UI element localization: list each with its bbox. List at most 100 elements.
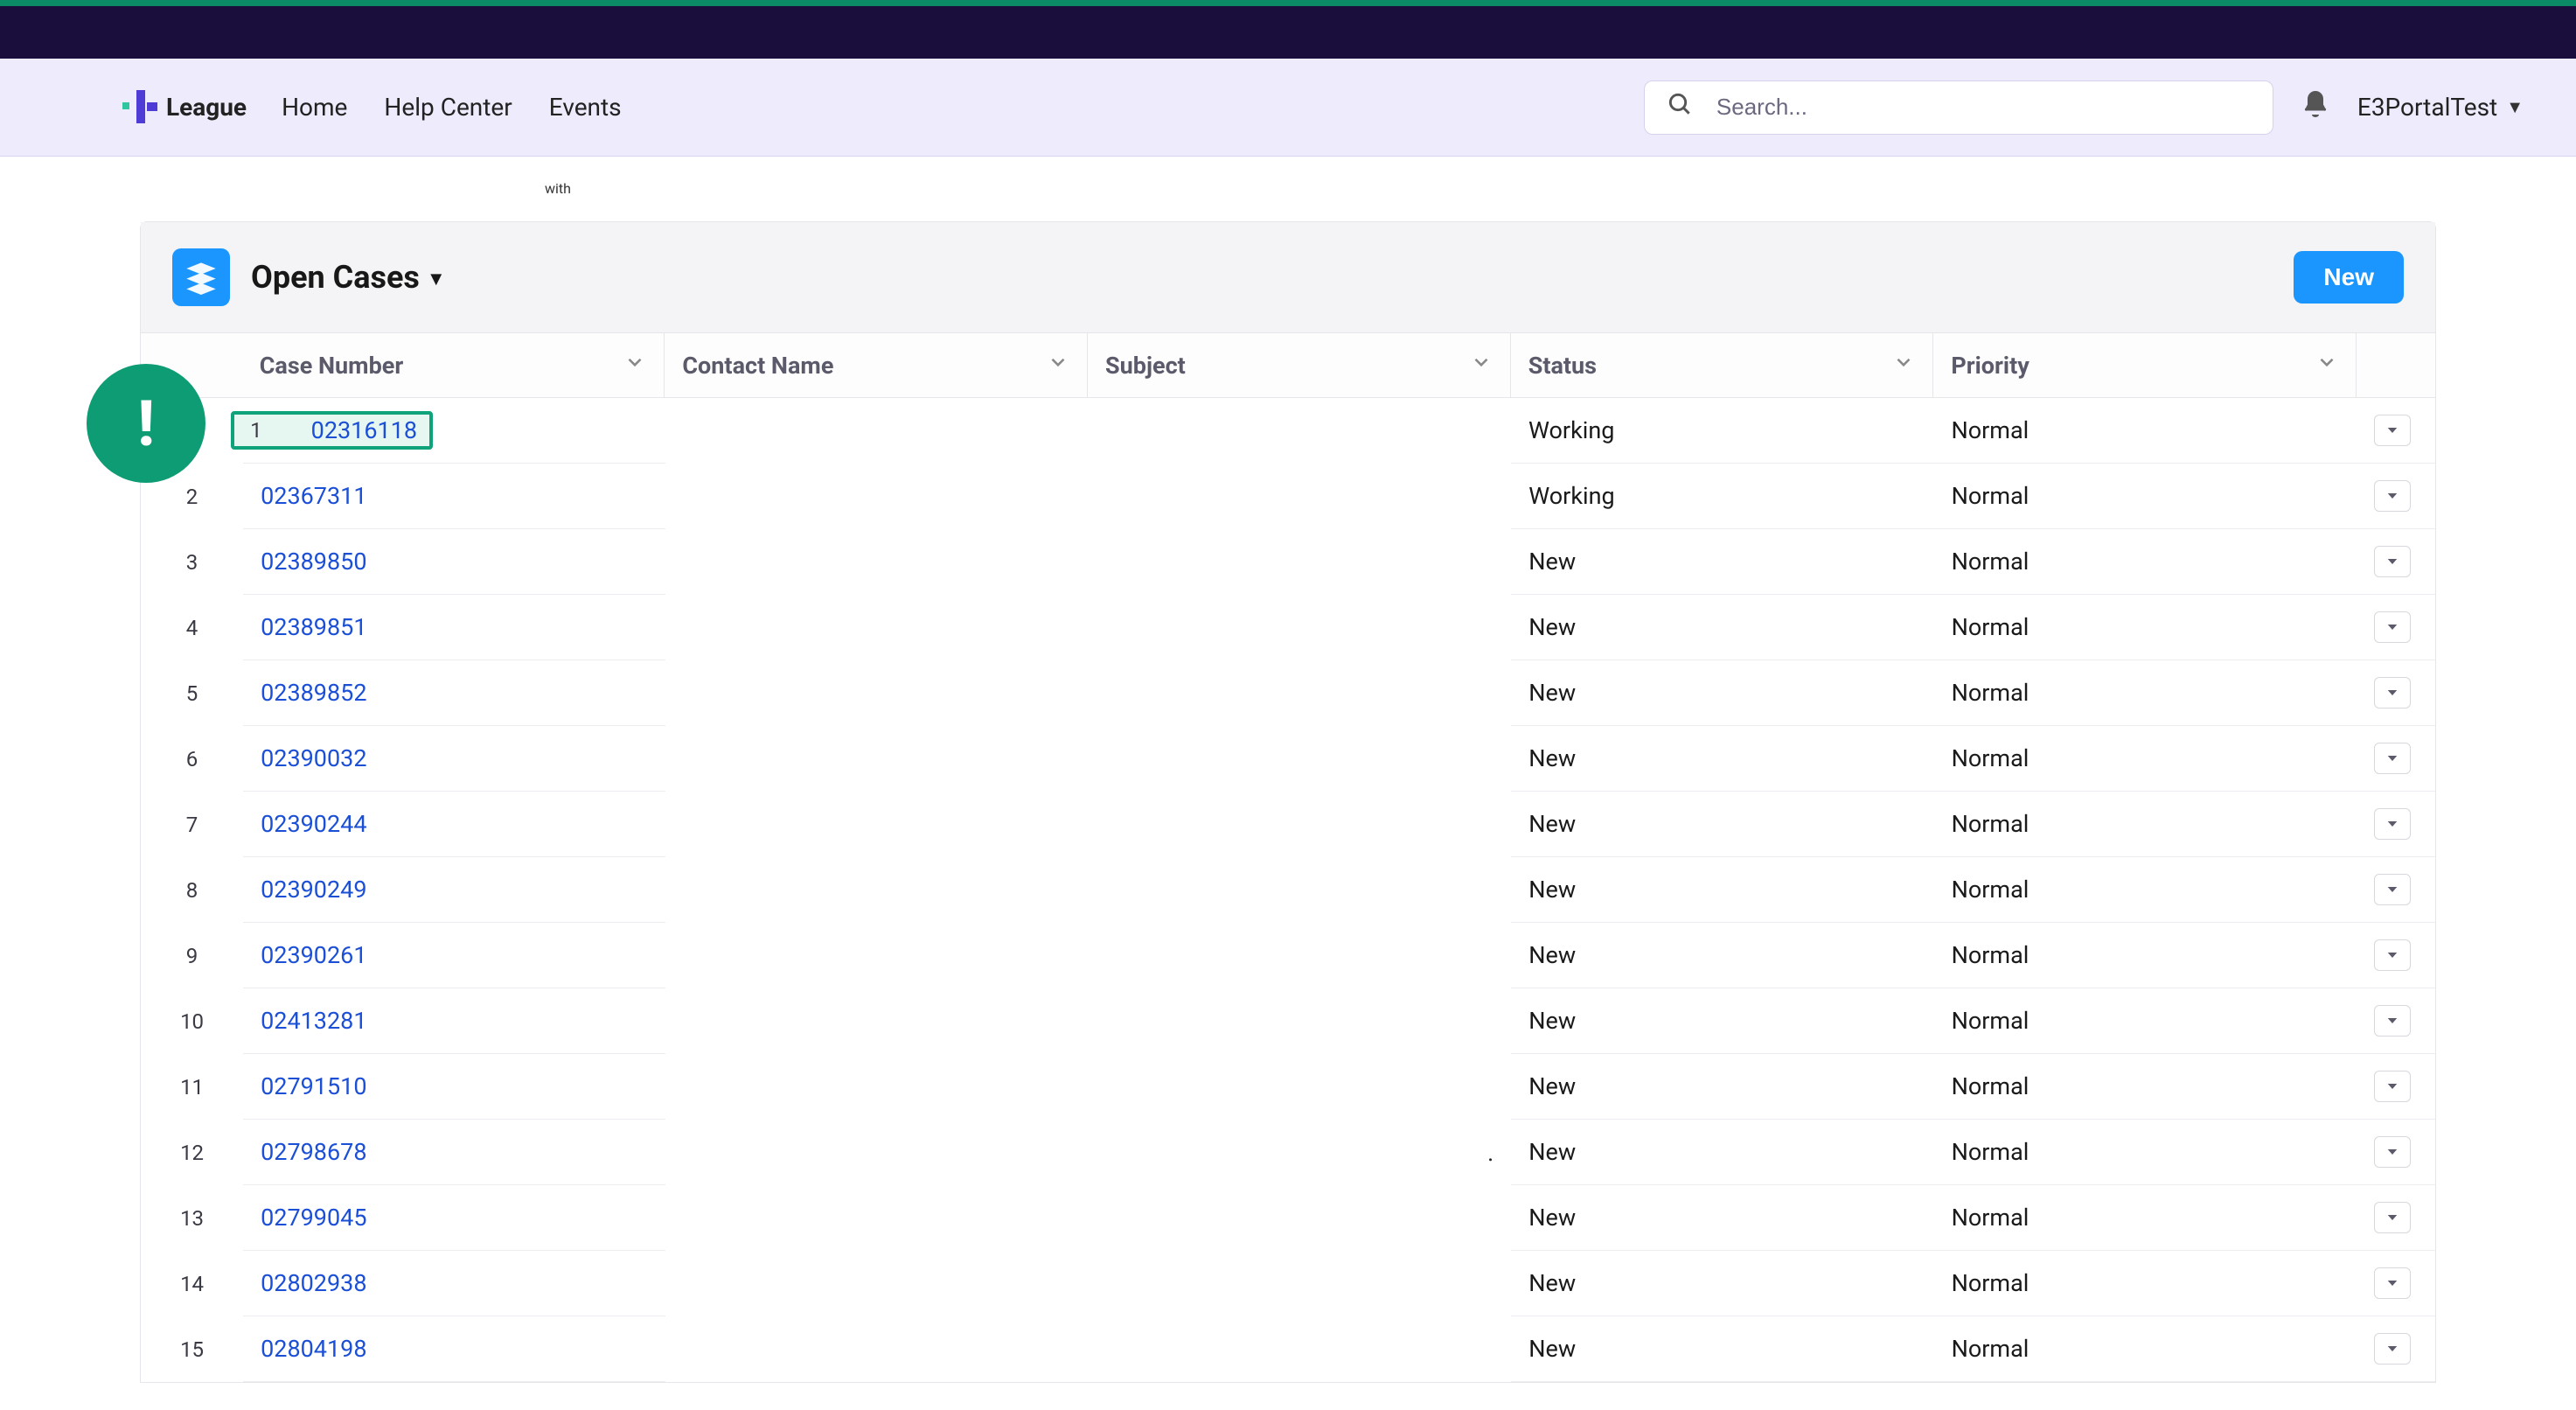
cell-case-number: 02389852 bbox=[243, 660, 665, 726]
row-actions-menu[interactable] bbox=[2374, 939, 2411, 971]
row-index: 7 bbox=[141, 792, 243, 857]
col-header-subject[interactable]: Subject bbox=[1088, 333, 1511, 397]
cell-case-number: 02367311 bbox=[243, 464, 665, 529]
nav-link-home[interactable]: Home bbox=[282, 93, 347, 122]
cell-actions bbox=[2357, 464, 2435, 529]
row-actions-menu[interactable] bbox=[2374, 546, 2411, 577]
nav-link-help-center[interactable]: Help Center bbox=[384, 93, 512, 122]
cell-subject bbox=[1088, 398, 1511, 464]
cell-contact-name bbox=[665, 923, 1088, 988]
col-header-label: Subject bbox=[1105, 352, 1186, 380]
table-row: 1502804198NewNormal bbox=[141, 1316, 2435, 1382]
row-actions-menu[interactable] bbox=[2374, 611, 2411, 643]
col-header-case-number[interactable]: Case Number bbox=[242, 333, 665, 397]
cell-contact-name bbox=[665, 1185, 1088, 1251]
caret-down-icon: ▼ bbox=[2506, 96, 2524, 118]
cell-status: New bbox=[1511, 660, 1933, 726]
case-number-link[interactable]: 02316118 bbox=[311, 416, 417, 444]
cell-actions bbox=[2357, 529, 2435, 595]
row-actions-menu[interactable] bbox=[2374, 743, 2411, 774]
row-index: 5 bbox=[141, 660, 243, 726]
case-number-link[interactable]: 02390032 bbox=[261, 744, 366, 772]
row-actions-menu[interactable] bbox=[2374, 1202, 2411, 1233]
col-header-priority[interactable]: Priority bbox=[1933, 333, 2357, 397]
cell-priority: Normal bbox=[1934, 1251, 2357, 1316]
cell-subject bbox=[1089, 1316, 1511, 1382]
cell-status: New bbox=[1511, 988, 1933, 1054]
table-row: 702390244NewNormal bbox=[141, 792, 2435, 857]
cell-priority: Normal bbox=[1934, 792, 2357, 857]
cases-panel: ! Open Cases ▼ New Case Number Contact N… bbox=[140, 221, 2436, 1383]
brand-logo[interactable]: League bbox=[122, 90, 247, 125]
col-header-label: Case Number bbox=[260, 352, 404, 380]
row-actions-menu[interactable] bbox=[2374, 874, 2411, 905]
callout-badge: ! bbox=[87, 364, 205, 483]
case-number-link[interactable]: 02802938 bbox=[261, 1269, 366, 1297]
search-input[interactable] bbox=[1716, 94, 2252, 121]
table-row: 1402802938NewNormal bbox=[141, 1251, 2435, 1316]
cell-status: New bbox=[1511, 1316, 1933, 1382]
table-row: 302389850NewNormal bbox=[141, 529, 2435, 595]
cell-subject bbox=[1089, 726, 1511, 792]
cell-contact-name bbox=[665, 792, 1088, 857]
list-view-icon bbox=[172, 248, 230, 306]
table-row: 1302799045NewNormal bbox=[141, 1185, 2435, 1251]
cell-contact-name bbox=[665, 1054, 1088, 1120]
case-number-link[interactable]: 02791510 bbox=[261, 1072, 366, 1100]
row-index: 4 bbox=[141, 595, 243, 660]
nav-link-events[interactable]: Events bbox=[549, 93, 622, 122]
row-actions-menu[interactable] bbox=[2374, 1333, 2411, 1365]
table-row: 502389852NewNormal bbox=[141, 660, 2435, 726]
col-header-contact-name[interactable]: Contact Name bbox=[665, 333, 1088, 397]
row-actions-menu[interactable] bbox=[2374, 415, 2411, 446]
row-actions-menu[interactable] bbox=[2374, 1267, 2411, 1299]
table-row: 1202798678.NewNormal bbox=[141, 1120, 2435, 1185]
case-number-link[interactable]: 02367311 bbox=[261, 482, 366, 510]
table-row: 202367311WorkingNormal bbox=[141, 464, 2435, 529]
app-banner-strip bbox=[0, 6, 2576, 59]
case-number-link[interactable]: 02390261 bbox=[261, 941, 366, 969]
case-number-link[interactable]: 02389850 bbox=[261, 548, 366, 576]
global-search[interactable] bbox=[1644, 80, 2273, 135]
row-actions-menu[interactable] bbox=[2374, 1071, 2411, 1102]
row-actions-menu[interactable] bbox=[2374, 480, 2411, 512]
cell-actions bbox=[2357, 1251, 2435, 1316]
case-number-link[interactable]: 02799045 bbox=[261, 1204, 366, 1232]
case-number-link[interactable]: 02413281 bbox=[261, 1007, 366, 1035]
row-actions-menu[interactable] bbox=[2374, 1005, 2411, 1037]
col-header-status[interactable]: Status bbox=[1511, 333, 1934, 397]
list-title[interactable]: Open Cases ▼ bbox=[251, 259, 446, 296]
user-menu[interactable]: E3PortalTest ▼ bbox=[2357, 93, 2524, 122]
cell-priority: Normal bbox=[1934, 529, 2357, 595]
row-index-value: 1 bbox=[250, 418, 262, 443]
cell-subject bbox=[1089, 988, 1511, 1054]
brand-logo-icon bbox=[122, 90, 157, 125]
new-case-button[interactable]: New bbox=[2294, 251, 2404, 304]
cell-contact-name bbox=[665, 464, 1088, 529]
cell-subject bbox=[1089, 464, 1511, 529]
case-number-link[interactable]: 02389851 bbox=[261, 613, 366, 641]
case-number-link[interactable]: 02390249 bbox=[261, 876, 366, 904]
col-header-label: Contact Name bbox=[682, 352, 833, 380]
case-number-link[interactable]: 02390244 bbox=[261, 810, 366, 838]
cell-priority: Normal bbox=[1934, 857, 2357, 923]
row-actions-menu[interactable] bbox=[2374, 808, 2411, 840]
row-index: 15 bbox=[141, 1316, 243, 1382]
case-number-link[interactable]: 02798678 bbox=[261, 1138, 366, 1166]
col-header-label: Status bbox=[1528, 352, 1597, 380]
row-actions-menu[interactable] bbox=[2374, 677, 2411, 708]
cell-contact-name bbox=[665, 529, 1088, 595]
list-title-text: Open Cases bbox=[251, 259, 420, 296]
row-index: 8 bbox=[141, 857, 243, 923]
case-number-link[interactable]: 02804198 bbox=[261, 1335, 366, 1363]
table-body: 102316118WorkingNormal202367311WorkingNo… bbox=[141, 398, 2435, 1382]
notifications-bell-icon[interactable] bbox=[2300, 88, 2331, 126]
cell-status: New bbox=[1511, 726, 1933, 792]
cell-subject bbox=[1089, 529, 1511, 595]
chevron-down-icon bbox=[2315, 351, 2338, 380]
browser-chrome-strip bbox=[0, 0, 2576, 6]
row-actions-menu[interactable] bbox=[2374, 1136, 2411, 1168]
caret-down-icon: ▼ bbox=[427, 268, 446, 290]
case-number-link[interactable]: 02389852 bbox=[261, 679, 366, 707]
cell-subject bbox=[1089, 1251, 1511, 1316]
